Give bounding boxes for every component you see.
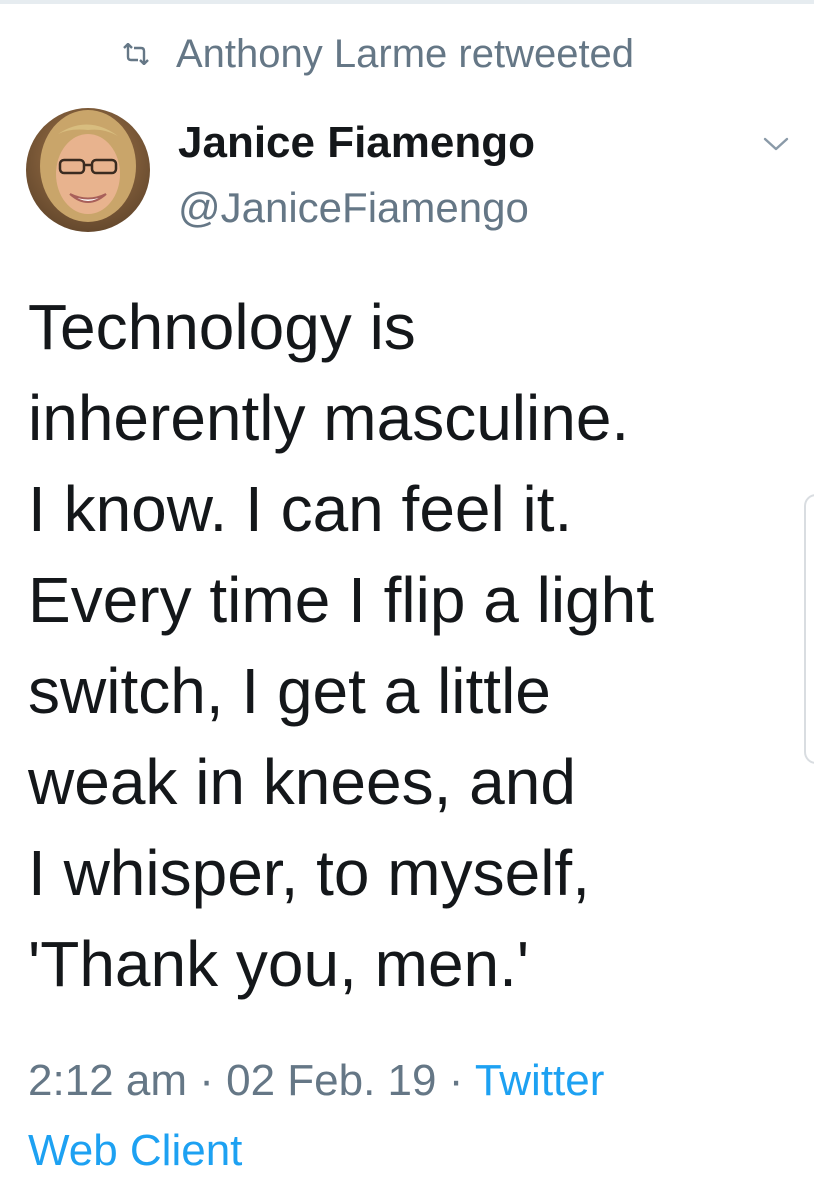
author-handle[interactable]: @JaniceFiamengo [178, 184, 529, 232]
tweet-source-line-2: Web Client [28, 1126, 243, 1175]
tweet-meta: 2:12 am · 02 Feb. 19 · Twitter Web Client [28, 1046, 728, 1186]
tweet-line: Every time I flip a light [28, 564, 654, 636]
retweet-context[interactable]: Anthony Larme retweeted [116, 28, 634, 80]
scrollbar-handle[interactable] [804, 494, 814, 764]
tweet-source-line-1: Twitter [474, 1056, 605, 1105]
tweet-line: I know. I can feel it. [28, 473, 573, 545]
retweet-icon [116, 34, 156, 74]
tweet-line: inherently masculine. [28, 382, 630, 454]
tweet-time[interactable]: 2:12 am [28, 1056, 187, 1105]
tweet-line: weak in knees, and [28, 746, 576, 818]
tweet-line: Technology is [28, 291, 416, 363]
avatar[interactable] [26, 108, 150, 232]
meta-separator: · [199, 1056, 214, 1105]
meta-separator: · [448, 1056, 464, 1105]
tweet-text: Technology is inherently masculine. I kn… [28, 282, 788, 1010]
chevron-down-icon [763, 136, 789, 157]
author-name[interactable]: Janice Fiamengo [178, 118, 535, 168]
retweet-text: Anthony Larme retweeted [176, 31, 635, 76]
tweet-line: I whisper, to myself, [28, 837, 590, 909]
tweet-line: 'Thank you, men.' [28, 928, 530, 1000]
tweet-menu-button[interactable] [756, 126, 796, 166]
tweet-date[interactable]: 02 Feb. 19 [226, 1056, 436, 1105]
top-divider [0, 0, 814, 4]
tweet-line: switch, I get a little [28, 655, 551, 727]
